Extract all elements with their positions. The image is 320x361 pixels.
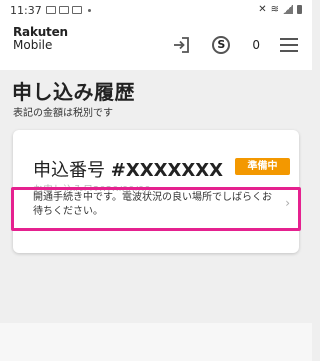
notification-icons <box>46 4 91 14</box>
login-icon[interactable] <box>170 34 192 56</box>
status-bar: 11:37 ✕ ≋ <box>0 0 312 20</box>
order-card[interactable]: 申込番号 #XXXXXXX 準備中 お申し込み日2020/00/00 開通手続き… <box>13 130 299 253</box>
status-time: 11:37 <box>10 4 42 17</box>
chevron-right-icon: › <box>285 196 290 210</box>
system-icons: ✕ ≋ <box>258 4 302 15</box>
activation-notice[interactable]: 開通手続き中です。電波状況の良い場所でしばらくお待ちください。 › <box>13 191 299 225</box>
signal-icon <box>283 5 293 14</box>
order-number: 申込番号 #XXXXXXX <box>33 156 223 182</box>
order-number-value: #XXXXXXX <box>110 160 223 181</box>
points-value: 0 <box>252 38 260 52</box>
page-title: 申し込み履歴 <box>12 80 135 104</box>
notice-text: 開通手続き中です。電波状況の良い場所でしばらくお待ちください。 <box>33 191 273 219</box>
footer-band <box>0 323 312 361</box>
mute-icon: ✕ <box>258 4 267 15</box>
battery-icon <box>297 5 302 14</box>
media-icon <box>72 6 82 14</box>
header-actions: S 0 <box>170 34 298 56</box>
mail-icon <box>46 6 56 14</box>
status-badge: 準備中 <box>235 158 290 175</box>
logo-line2: Mobile <box>13 38 53 52</box>
tax-note: 表記の金額は税別です <box>13 108 113 119</box>
rakuten-mobile-logo[interactable]: Rakuten Mobile <box>13 26 68 52</box>
app-header: Rakuten Mobile S 0 <box>0 20 312 70</box>
menu-icon[interactable] <box>280 38 298 52</box>
more-dot-icon <box>88 9 91 12</box>
coin-icon[interactable]: S <box>212 36 231 54</box>
order-number-label: 申込番号 <box>33 160 105 181</box>
wifi-icon: ≋ <box>270 4 279 15</box>
image-icon <box>59 6 69 14</box>
